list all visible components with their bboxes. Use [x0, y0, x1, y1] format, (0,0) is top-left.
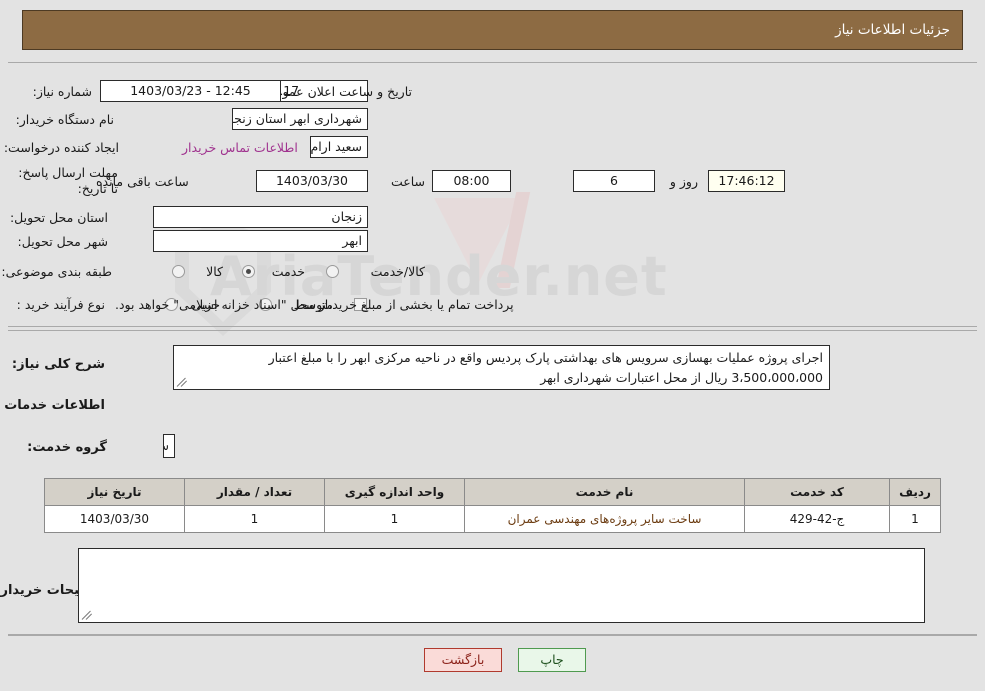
- table-row[interactable]: 1 ج-42-429 ساخت سایر پروژه‌های مهندسی عم…: [44, 505, 941, 533]
- cell-quantity: 1: [184, 505, 325, 533]
- category-label: طبقه بندی موضوعی:: [1, 264, 112, 279]
- countdown-field: 17:46:12: [708, 170, 785, 192]
- col-header-row: ردیف: [889, 478, 941, 506]
- cell-code: ج-42-429: [744, 505, 890, 533]
- page-header: جزئیات اطلاعات نیاز: [22, 10, 963, 50]
- back-button[interactable]: بازگشت: [424, 648, 502, 672]
- category-radio-khedmat[interactable]: [242, 265, 255, 278]
- delivery-city-field[interactable]: ابهر: [153, 230, 368, 252]
- category-option-label-0: کالا: [206, 264, 223, 279]
- category-option-label-1: خدمت: [271, 264, 305, 279]
- services-section-heading: اطلاعات خدمات مورد نیاز: [0, 398, 105, 413]
- countdown-label: ساعت باقی مانده: [96, 174, 189, 189]
- need-description-textarea[interactable]: اجرای پروژه عملیات بهسازی سرویس های بهدا…: [173, 345, 830, 390]
- creator-label: ایجاد کننده درخواست:: [3, 140, 119, 155]
- category-radio-kala[interactable]: [172, 265, 185, 278]
- col-header-code: کد خدمت: [744, 478, 890, 506]
- category-option-label-2: کالا/خدمت: [370, 264, 425, 279]
- need-number-label: شماره نیاز:: [32, 84, 92, 99]
- buyer-org-field[interactable]: شهرداری ابهر استان زنجان: [232, 108, 368, 130]
- remaining-days-field[interactable]: 6: [573, 170, 655, 192]
- need-description-label: شرح کلی نیاز:: [11, 357, 105, 372]
- deadline-date-field[interactable]: 1403/03/30: [256, 170, 368, 192]
- announce-datetime-label: تاریخ و ساعت اعلان عمومی:: [261, 84, 412, 99]
- cell-name: ساخت سایر پروژه‌های مهندسی عمران: [464, 505, 745, 533]
- cell-date: 1403/03/30: [44, 505, 185, 533]
- page-title: جزئیات اطلاعات نیاز: [835, 22, 950, 38]
- col-header-quantity: تعداد / مقدار: [184, 478, 325, 506]
- service-group-label: گروه خدمت:: [27, 440, 107, 455]
- need-description-text: اجرای پروژه عملیات بهسازی سرویس های بهدا…: [268, 350, 823, 385]
- cell-unit: 1: [324, 505, 465, 533]
- table-header-row: ردیف کد خدمت نام خدمت واحد اندازه گیری ت…: [44, 478, 941, 506]
- cell-row: 1: [889, 505, 941, 533]
- services-table: ردیف کد خدمت نام خدمت واحد اندازه گیری ت…: [44, 478, 941, 533]
- page-root: AriaTender.net جزئیات اطلاعات نیاز شماره…: [0, 0, 985, 691]
- buyer-notes-textarea[interactable]: [78, 548, 925, 623]
- deadline-hour-field[interactable]: 08:00: [432, 170, 511, 192]
- col-header-unit: واحد اندازه گیری: [324, 478, 465, 506]
- creator-field[interactable]: سعید ارام کاربرداز شهرداری ابهر: [310, 136, 368, 158]
- footer-divider: [8, 635, 977, 636]
- treasury-bonds-note: پرداخت تمام یا بخشی از مبلغ خرید،از محل …: [115, 297, 514, 312]
- remaining-days-label: روز و: [669, 174, 698, 189]
- process-type-label: نوع فرآیند خرید :: [16, 297, 105, 312]
- delivery-province-label: استان محل تحویل:: [9, 210, 108, 225]
- service-group-field[interactable]: ساختمان: [163, 434, 175, 458]
- resize-grip-icon-notes[interactable]: [81, 610, 93, 620]
- announce-datetime-field[interactable]: 12:45 - 1403/03/23: [100, 80, 281, 102]
- delivery-city-label: شهر محل تحویل:: [17, 234, 108, 249]
- print-button[interactable]: چاپ: [518, 648, 586, 672]
- category-radio-kala-khedmat[interactable]: [326, 265, 339, 278]
- delivery-province-field[interactable]: زنجان: [153, 206, 368, 228]
- buyer-contact-link[interactable]: اطلاعات تماس خریدار: [182, 140, 298, 155]
- col-header-date: تاریخ نیاز: [44, 478, 185, 506]
- buyer-org-label: نام دستگاه خریدار:: [15, 112, 114, 127]
- resize-grip-icon[interactable]: [176, 377, 188, 387]
- deadline-hour-label: ساعت: [390, 174, 425, 189]
- col-header-name: نام خدمت: [464, 478, 745, 506]
